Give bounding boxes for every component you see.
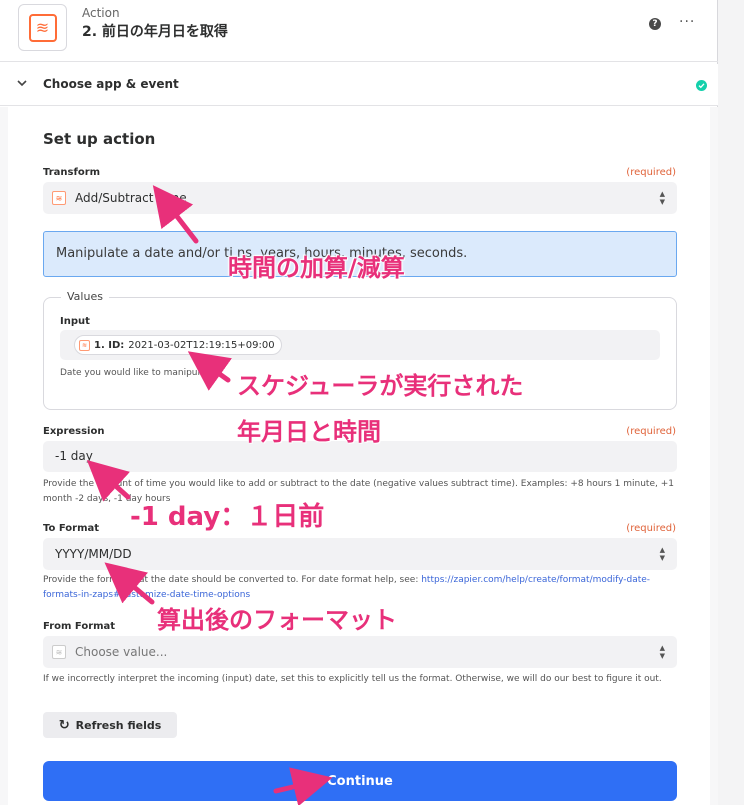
transform-value: Add/Subtract Time bbox=[75, 191, 187, 205]
expression-label: Expression bbox=[43, 426, 105, 437]
select-arrows-icon: ▲ ▼ bbox=[659, 546, 665, 562]
chevron-down-icon bbox=[17, 80, 27, 87]
to-format-help: Provide the format that the date should … bbox=[43, 573, 683, 603]
annotation-minus-one-day: -1 day：１日前 bbox=[130, 502, 325, 532]
expression-required: (required) bbox=[626, 426, 676, 437]
input-label: Input bbox=[60, 316, 90, 327]
to-format-select[interactable]: YYYY/MM/DD ▲ ▼ bbox=[43, 538, 677, 570]
from-format-placeholder: Choose value... bbox=[75, 645, 168, 659]
input-field[interactable]: ≋ 1. ID: 2021-03-02T12:19:15+09:00 bbox=[60, 330, 660, 360]
refresh-icon: ↻ bbox=[58, 717, 70, 733]
pill-value: 2021-03-02T12:19:15+09:00 bbox=[128, 339, 275, 351]
select-arrows-icon: ▲ ▼ bbox=[659, 190, 665, 206]
step-title[interactable]: 2. 前日の年月日を取得 bbox=[82, 21, 228, 41]
transform-required: (required) bbox=[626, 167, 676, 178]
expression-help-line1: Provide the amount of time you would lik… bbox=[43, 479, 674, 489]
step-header: ≋ Action 2. 前日の年月日を取得 ? ··· bbox=[0, 0, 718, 62]
annotation-add-subtract: 時間の加算/減算 bbox=[228, 254, 405, 282]
expression-value: -1 day bbox=[55, 449, 93, 463]
continue-label: Continue bbox=[327, 773, 393, 789]
formatter-icon: ≋ bbox=[52, 191, 66, 205]
select-arrows-icon: ▲ ▼ bbox=[659, 644, 665, 660]
more-options-icon[interactable]: ··· bbox=[679, 14, 695, 30]
transform-label: Transform bbox=[43, 167, 101, 178]
help-icon[interactable]: ? bbox=[649, 18, 661, 30]
choose-app-event-section[interactable]: Choose app & event bbox=[0, 64, 718, 106]
annotation-scheduler: スケジューラが実行された bbox=[237, 372, 524, 400]
to-format-label: To Format bbox=[43, 523, 100, 534]
from-format-help: If we incorrectly interpret the incoming… bbox=[43, 674, 662, 684]
section-title: Choose app & event bbox=[43, 77, 179, 91]
to-format-required: (required) bbox=[626, 523, 676, 534]
step-type-label: Action bbox=[82, 6, 120, 20]
formatter-app-icon: ≋ bbox=[18, 4, 67, 51]
to-format-value: YYYY/MM/DD bbox=[55, 547, 132, 561]
formatter-icon: ≋ bbox=[28, 13, 57, 42]
from-format-select[interactable]: ≋ Choose value... ▲ ▼ bbox=[43, 636, 677, 668]
values-legend: Values bbox=[61, 290, 109, 303]
refresh-fields-button[interactable]: ↻ Refresh fields bbox=[43, 712, 177, 738]
annotation-output-format: 算出後のフォーマット bbox=[157, 606, 397, 634]
continue-button[interactable]: Continue bbox=[43, 761, 677, 801]
to-format-help-prefix: Provide the format that the date should … bbox=[43, 575, 422, 585]
input-help: Date you would like to manipul bbox=[60, 368, 201, 378]
formatter-icon: ≋ bbox=[52, 645, 66, 659]
transform-select[interactable]: ≋ Add/Subtract Time ▲ ▼ bbox=[43, 182, 677, 214]
refresh-label: Refresh fields bbox=[75, 718, 162, 732]
date-format-help-link[interactable]: https://zapier.com/help/create/format/mo… bbox=[421, 575, 650, 585]
input-data-pill[interactable]: ≋ 1. ID: 2021-03-02T12:19:15+09:00 bbox=[74, 335, 282, 355]
pill-step: 1. ID: bbox=[94, 339, 125, 351]
formatter-icon: ≋ bbox=[79, 339, 90, 351]
annotation-datetime: 年月日と時間 bbox=[237, 418, 381, 446]
setup-action-title: Set up action bbox=[43, 130, 156, 148]
from-format-label: From Format bbox=[43, 621, 116, 632]
check-circle-icon bbox=[696, 80, 707, 91]
